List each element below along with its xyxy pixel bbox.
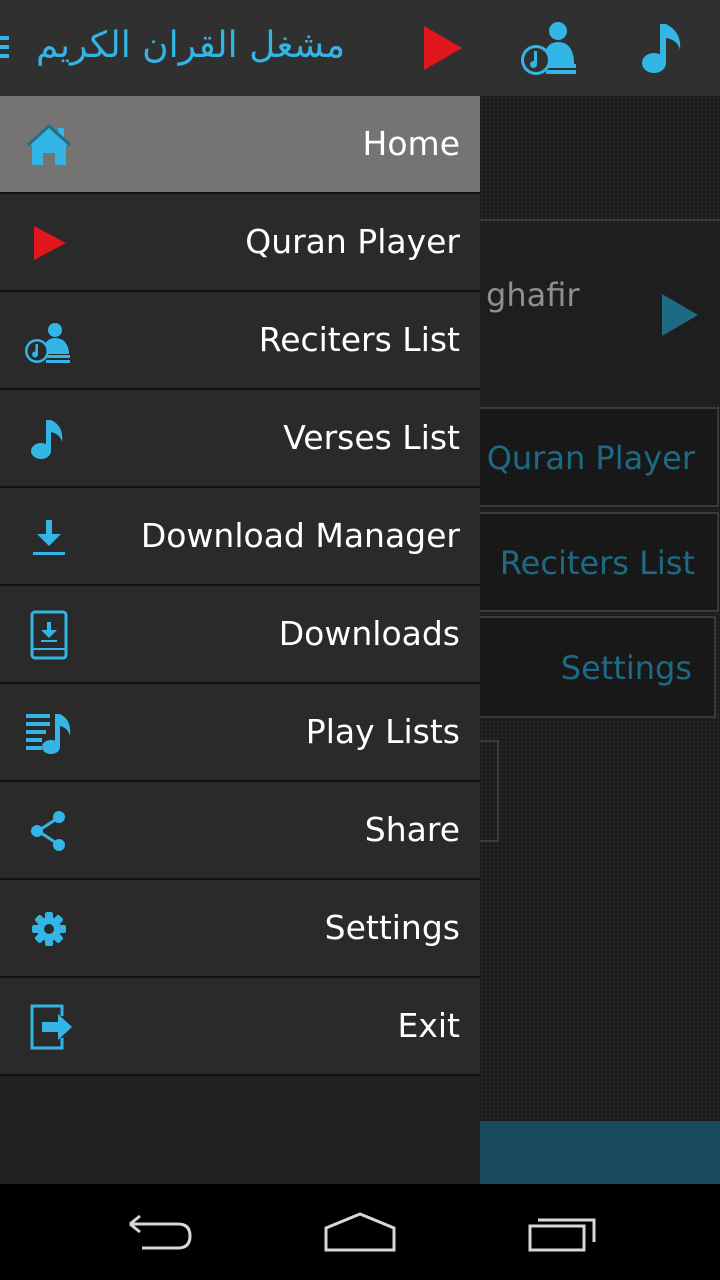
drawer-item-quran-player[interactable]: Quran Player	[0, 194, 480, 292]
home-reciters-list-button[interactable]: Reciters List	[470, 512, 719, 612]
drawer-item-verses-list[interactable]: Verses List	[0, 390, 480, 488]
divider	[480, 219, 720, 221]
drawer-item-label: Reciters List	[258, 320, 460, 359]
action-bar: مشغل القران الكريم	[0, 0, 720, 96]
drawer-item-play-lists[interactable]: Play Lists	[0, 684, 480, 782]
now-playing-title: ghafir	[486, 276, 580, 314]
home-quran-player-button[interactable]: Quran Player	[470, 407, 719, 507]
exit-icon	[30, 1004, 72, 1050]
drawer-item-label: Play Lists	[305, 712, 460, 751]
home-button-icon[interactable]	[320, 1208, 400, 1256]
drawer-item-downloads[interactable]: Downloads	[0, 586, 480, 684]
drawer-item-download-manager[interactable]: Download Manager	[0, 488, 480, 586]
divider	[0, 1074, 480, 1076]
app-title: مشغل القران الكريم	[36, 25, 346, 66]
play-icon	[34, 226, 66, 260]
play-icon[interactable]	[416, 18, 476, 78]
drawer-item-label: Download Manager	[140, 516, 460, 555]
home-icon	[26, 123, 72, 165]
system-nav-bar	[0, 1184, 720, 1280]
music-note-icon[interactable]	[636, 18, 696, 78]
drawer-item-settings[interactable]: Settings	[0, 880, 480, 978]
back-icon[interactable]	[120, 1208, 200, 1256]
navigation-drawer: Home Quran Player Reciters List Verses L…	[0, 96, 480, 1184]
playlist-icon	[26, 714, 71, 754]
download-icon	[33, 520, 65, 555]
drawer-item-share[interactable]: Share	[0, 782, 480, 880]
music-note-icon	[31, 420, 63, 459]
drawer-item-label: Downloads	[278, 614, 460, 653]
drawer-item-label: Share	[364, 810, 460, 849]
bottom-player-bar[interactable]	[480, 1121, 720, 1184]
gear-icon	[32, 912, 66, 946]
reciter-icon[interactable]	[520, 18, 580, 78]
reciter-icon	[25, 323, 70, 363]
drawer-item-exit[interactable]: Exit	[0, 978, 480, 1076]
drawer-item-label: Settings	[324, 908, 460, 947]
drawer-item-label: Exit	[397, 1006, 461, 1045]
recent-apps-icon[interactable]	[520, 1208, 600, 1256]
downloads-folder-icon	[30, 610, 68, 660]
drawer-item-label: Verses List	[283, 418, 460, 457]
now-playing-play-icon[interactable]	[660, 292, 700, 338]
drawer-item-label: Quran Player	[245, 222, 460, 261]
drawer-item-reciters-list[interactable]: Reciters List	[0, 292, 480, 390]
share-icon	[31, 811, 65, 851]
drawer-item-label: Home	[362, 124, 460, 163]
menu-icon[interactable]	[0, 36, 10, 62]
drawer-item-home[interactable]: Home	[0, 96, 480, 194]
home-settings-button[interactable]: Settings	[470, 616, 716, 718]
